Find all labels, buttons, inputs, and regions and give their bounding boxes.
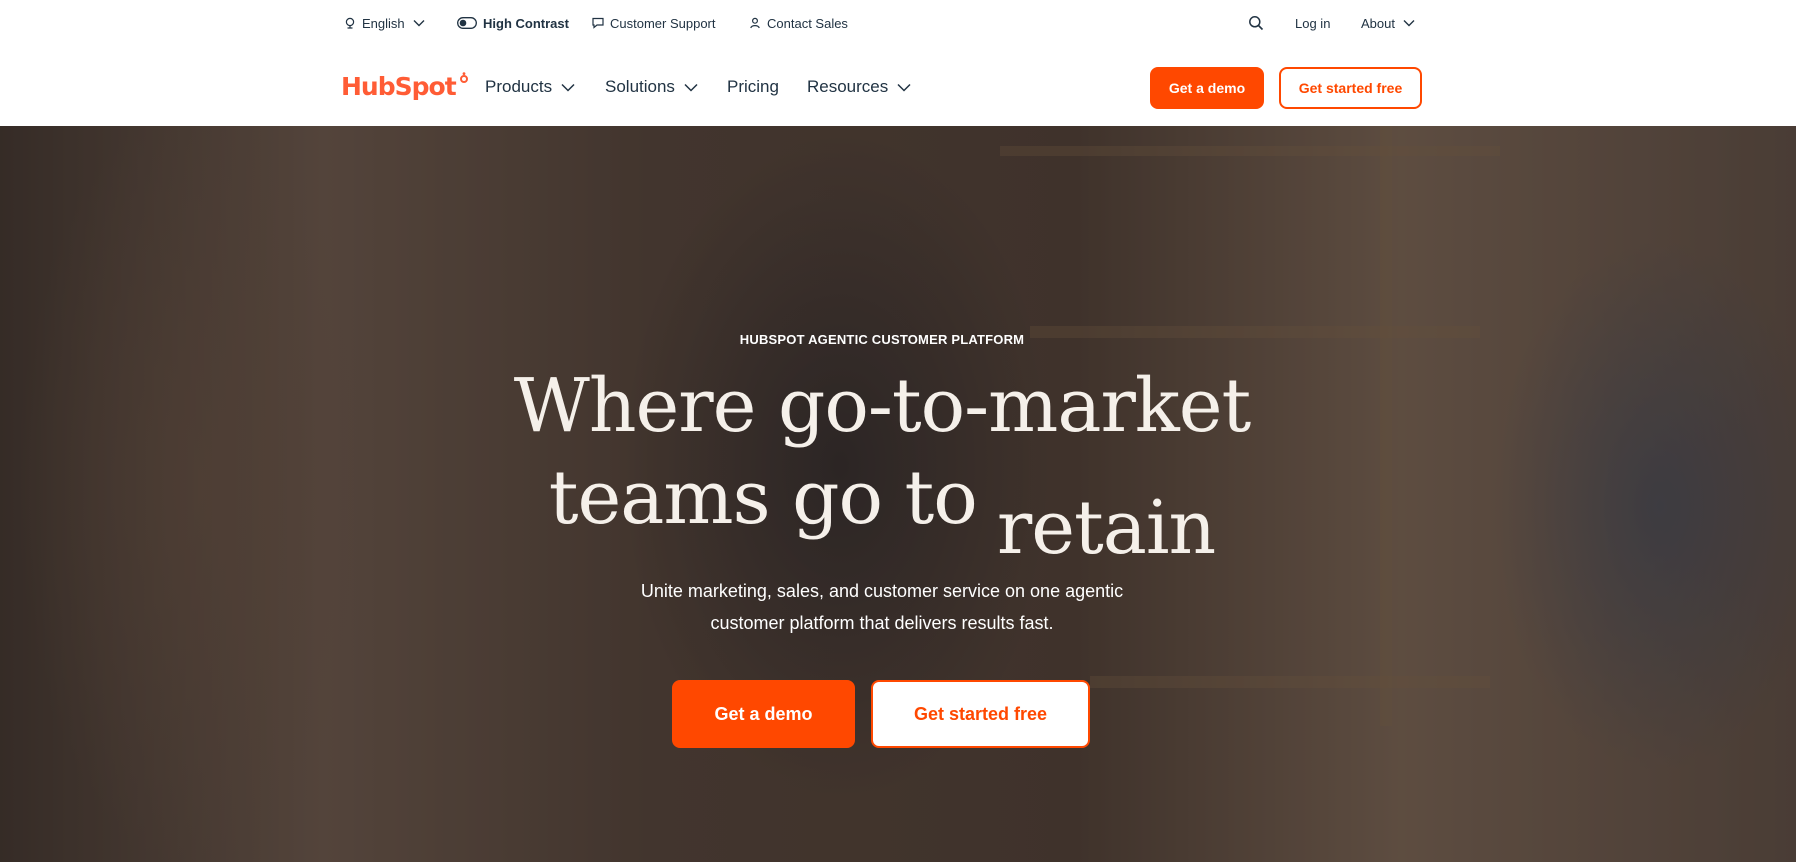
hero-headline-line1: Where go-to-market xyxy=(513,363,1251,449)
high-contrast-label: High Contrast xyxy=(483,15,569,31)
chevron-down-icon xyxy=(1403,20,1415,27)
nav-pricing[interactable]: Pricing xyxy=(727,76,779,98)
hero-eyebrow: HUBSPOT AGENTIC CUSTOMER PLATFORM xyxy=(739,332,1025,347)
hero-get-started-button[interactable]: Get started free xyxy=(871,680,1090,748)
hero-subtitle-line2: customer platform that delivers results … xyxy=(710,613,1054,633)
contrast-toggle-icon xyxy=(457,17,477,29)
chevron-down-icon xyxy=(413,20,425,27)
nav-get-demo-button[interactable]: Get a demo xyxy=(1150,67,1264,109)
login-label: Log in xyxy=(1295,15,1331,31)
contact-sales-label: Contact Sales xyxy=(767,15,848,31)
customer-support-label: Customer Support xyxy=(610,15,716,31)
customer-support-link[interactable]: Customer Support xyxy=(592,14,716,32)
chat-bubble-icon xyxy=(592,17,604,29)
search-button[interactable] xyxy=(1248,14,1264,32)
globe-icon xyxy=(345,17,355,29)
nav-get-started-button[interactable]: Get started free xyxy=(1279,67,1422,109)
nav-resources-label: Resources xyxy=(807,77,889,96)
utility-bar: English High Contrast Customer Support C… xyxy=(0,0,1796,46)
person-icon xyxy=(750,17,760,29)
hero-headline-static: teams go to xyxy=(548,455,978,541)
hero-subtitle-line1: Unite marketing, sales, and customer ser… xyxy=(640,581,1124,601)
main-navigation: HubSpot Products Solutions Pricing Resou… xyxy=(0,46,1796,126)
nav-products-label: Products xyxy=(485,77,553,96)
hero-headline-rotating-word: retain xyxy=(996,491,1216,571)
nav-solutions-label: Solutions xyxy=(605,77,675,96)
nav-pricing-label: Pricing xyxy=(727,77,779,96)
language-selector[interactable]: English xyxy=(344,14,425,32)
login-link[interactable]: Log in xyxy=(1295,14,1330,32)
about-label: About xyxy=(1361,15,1395,31)
contact-sales-link[interactable]: Contact Sales xyxy=(749,14,848,32)
logo-wordmark: HubSpot xyxy=(341,71,457,101)
chevron-down-icon xyxy=(561,83,575,92)
nav-resources[interactable]: Resources xyxy=(807,76,911,98)
about-menu[interactable]: About xyxy=(1361,14,1415,32)
nav-products[interactable]: Products xyxy=(485,76,575,98)
high-contrast-toggle[interactable]: High Contrast xyxy=(457,14,569,32)
sprocket-icon xyxy=(459,72,468,83)
hero-get-demo-button[interactable]: Get a demo xyxy=(672,680,855,748)
hubspot-logo[interactable]: HubSpot xyxy=(341,71,471,101)
search-icon xyxy=(1249,16,1264,31)
chevron-down-icon xyxy=(897,83,911,92)
chevron-down-icon xyxy=(684,83,698,92)
hero-headline-line2: teams go to retain xyxy=(0,461,1764,565)
nav-solutions[interactable]: Solutions xyxy=(605,76,698,98)
language-label: English xyxy=(362,15,405,31)
